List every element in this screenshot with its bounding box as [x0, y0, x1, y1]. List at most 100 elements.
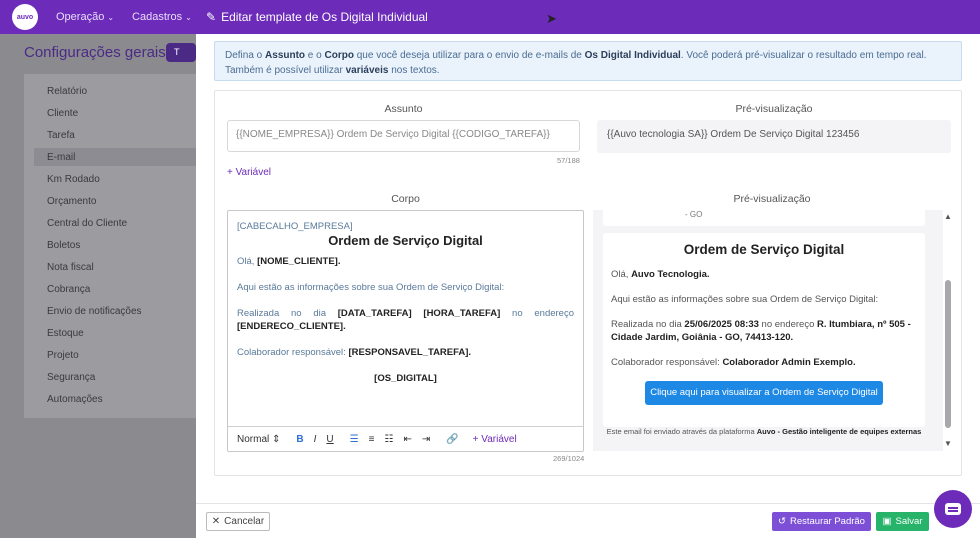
sidebar-item[interactable]: Central do Cliente: [47, 218, 127, 229]
header-variable: [CABECALHO_EMPRESA]: [237, 221, 353, 232]
chevron-down-icon: ⌄: [107, 12, 115, 22]
subject-input[interactable]: {{NOME_EMPRESA}} Ordem De Serviço Digita…: [227, 120, 580, 152]
save-label: Salvar: [895, 516, 923, 527]
subject-add-variable-button[interactable]: + Variável: [227, 167, 271, 178]
editor-greeting: Olá, [NOME_CLIENTE].: [237, 255, 574, 268]
mouse-cursor-icon: ➤: [546, 11, 557, 26]
scroll-up-icon[interactable]: ▲: [944, 212, 952, 221]
format-select[interactable]: Normal ⇕: [237, 434, 280, 445]
edit-template-modal: ✎ Editar template de Os Digital Individu…: [196, 0, 980, 538]
body-editor[interactable]: [CABECALHO_EMPRESA] Ordem de Serviço Dig…: [227, 210, 584, 452]
sidebar-item[interactable]: Segurança: [47, 372, 95, 383]
word-dia: dia: [313, 308, 327, 319]
body-preview-pane[interactable]: - GO Ordem de Serviço Digital Olá, Auvo …: [593, 210, 943, 451]
scroll-down-icon[interactable]: ▼: [944, 439, 952, 448]
chat-icon: [945, 503, 961, 515]
restore-label: Restaurar Padrão: [789, 516, 865, 527]
scrollbar-thumb[interactable]: [945, 280, 951, 428]
modal-header: ✎ Editar template de Os Digital Individu…: [196, 0, 980, 34]
editor-heading: Ordem de Serviço Digital: [328, 233, 483, 248]
body-preview-label: Pré-visualização: [733, 193, 811, 205]
save-button[interactable]: ▣ Salvar: [876, 512, 929, 531]
cancel-button[interactable]: ✕ Cancelar: [206, 512, 270, 531]
subject-preview-label: Pré-visualização: [735, 103, 813, 115]
address-variable: [ENDERECO_CLIENTE].: [237, 321, 346, 332]
align-icon[interactable]: ☰: [350, 434, 359, 445]
word-no: no: [291, 308, 302, 319]
collab-text: Colaborador responsável:: [237, 347, 349, 358]
editor-collab-line: Colaborador responsável: [RESPONSAVEL_TA…: [237, 346, 574, 359]
template-editor-card: Assunto Pré-visualização {{NOME_EMPRESA}…: [214, 90, 962, 476]
info-text-1: Defina o: [225, 50, 266, 61]
bold-icon[interactable]: B: [296, 434, 303, 445]
preview-collab: Colaborador Admin Exemplo.: [722, 357, 856, 368]
sidebar-item[interactable]: Estoque: [47, 328, 84, 339]
sidebar-item[interactable]: Nota fiscal: [47, 262, 94, 273]
preview-client: Auvo Tecnologia.: [631, 269, 710, 280]
preview-greeting-text: Olá,: [611, 269, 632, 280]
os-variable: [OS_DIGITAL]: [374, 373, 437, 384]
preview-collab-line: Colaborador responsável: Colaborador Adm…: [611, 356, 917, 369]
app-logo[interactable]: auvo: [12, 4, 38, 30]
chevron-down-icon: ⌄: [185, 12, 192, 22]
info-bold-2: Corpo: [324, 50, 354, 61]
chat-support-button[interactable]: [934, 490, 972, 528]
italic-icon[interactable]: I: [314, 434, 317, 445]
menu-cadastros[interactable]: Cadastros ⌄: [132, 11, 192, 23]
sidebar-item[interactable]: Projeto: [47, 350, 79, 361]
preview-email-card: Ordem de Serviço Digital Olá, Auvo Tecno…: [603, 233, 925, 427]
close-icon: ✕: [211, 516, 221, 527]
preview-greeting: Olá, Auvo Tecnologia.: [611, 268, 917, 281]
sidebar-item[interactable]: Automações: [47, 394, 103, 405]
info-bold-4: variáveis: [345, 65, 389, 76]
info-bold-3: Os Digital Individual: [584, 50, 681, 61]
word-endereco: endereço: [534, 308, 574, 319]
save-icon: ▣: [882, 516, 892, 527]
sidebar-item[interactable]: Cobrança: [47, 284, 90, 295]
preview-cta-button[interactable]: Clique aqui para visualizar a Ordem de S…: [645, 381, 883, 405]
menu-operacao-label: Operação: [56, 11, 105, 23]
editor-address-line: [ENDERECO_CLIENTE].: [237, 320, 574, 333]
modal-title: Editar template de Os Digital Individual: [221, 10, 428, 24]
sidebar-item[interactable]: Orçamento: [47, 196, 96, 207]
link-icon[interactable]: 🔗: [446, 434, 458, 445]
sidebar-item[interactable]: Boletos: [47, 240, 80, 251]
indent-icon[interactable]: ⇥: [422, 434, 430, 445]
undo-icon: ↺: [778, 516, 786, 527]
collab-variable: [RESPONSAVEL_TAREFA].: [348, 347, 472, 358]
outdent-icon[interactable]: ⇤: [403, 434, 411, 445]
subject-label: Assunto: [384, 103, 423, 115]
preview-footer-text: Este email foi enviado através da plataf…: [606, 427, 757, 436]
subject-char-counter: 57/188: [557, 156, 580, 165]
preview-previous-fragment: - GO: [603, 210, 925, 226]
sidebar-item[interactable]: Envio de notificações: [47, 306, 142, 317]
sidebar-item[interactable]: E-mail: [47, 152, 75, 163]
sidebar-item[interactable]: Cliente: [47, 108, 78, 119]
underline-icon[interactable]: U: [326, 434, 333, 445]
info-bold-1: Assunto: [265, 50, 306, 61]
preview-footer: Este email foi enviado através da plataf…: [603, 426, 925, 437]
sidebar-item[interactable]: Km Rodado: [47, 174, 100, 185]
body-add-variable-button[interactable]: + Variável: [473, 434, 517, 445]
time-variable: [HORA_TAREFA]: [423, 308, 501, 319]
info-text-3: que você deseja utilizar para o envio de…: [353, 50, 585, 61]
editor-content[interactable]: [CABECALHO_EMPRESA] Ordem de Serviço Dig…: [228, 211, 583, 427]
select-arrows-icon: ⇕: [272, 434, 281, 445]
preview-info-line: Aqui estão as informações sobre sua Orde…: [611, 294, 879, 305]
video-button[interactable]: T: [166, 43, 196, 62]
restore-default-button[interactable]: ↺ Restaurar Padrão: [772, 512, 871, 531]
bullet-list-icon[interactable]: ☷: [384, 434, 393, 445]
preview-date-time: 25/06/2025 08:33: [684, 319, 759, 330]
preview-address-text: no endereço: [758, 319, 818, 330]
editor-os-line: [OS_DIGITAL]: [237, 372, 574, 385]
sidebar-item[interactable]: Tarefa: [47, 130, 75, 141]
menu-operacao[interactable]: Operação ⌄: [56, 11, 114, 23]
client-variable: [NOME_CLIENTE].: [257, 256, 341, 267]
subject-preview: {{Auvo tecnologia SA}} Ordem De Serviço …: [597, 120, 951, 153]
preview-scrollbar[interactable]: ▲ ▼: [944, 210, 954, 451]
ordered-list-icon[interactable]: ≡: [369, 434, 375, 445]
info-text-2: e o: [305, 50, 325, 61]
body-char-counter: 269/1024: [553, 454, 585, 463]
sidebar-item[interactable]: Relatório: [47, 86, 87, 97]
editor-realized-line: Realizada no dia [DATA_TAREFA] [HORA_TAR…: [237, 307, 574, 320]
